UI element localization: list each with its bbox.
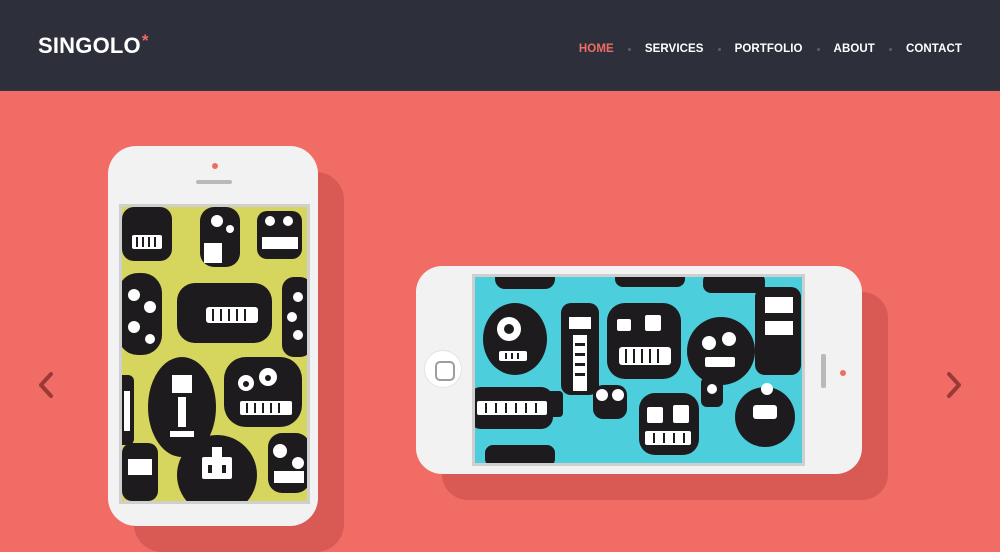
speaker-slot — [196, 180, 232, 184]
home-button-icon — [424, 350, 462, 388]
site-logo[interactable]: SINGOLO* — [38, 31, 149, 59]
camera-dot — [840, 370, 846, 376]
horizontal-phone-screen — [472, 274, 805, 466]
logo-star: * — [141, 31, 149, 50]
monster-pattern-blue — [475, 277, 801, 463]
site-header: SINGOLO* HOME SERVICES PORTFOLIO ABOUT C… — [0, 0, 1000, 91]
nav-separator — [816, 47, 820, 51]
nav-home[interactable]: HOME — [579, 43, 614, 55]
vertical-phone-screen — [119, 204, 310, 504]
vertical-phone[interactable] — [108, 146, 318, 526]
monster-pattern-yellow — [122, 207, 307, 501]
nav-separator — [888, 47, 892, 51]
chevron-left-icon — [39, 372, 53, 398]
nav-services[interactable]: SERVICES — [645, 43, 704, 55]
speaker-slot — [821, 354, 826, 388]
main-nav: HOME SERVICES PORTFOLIO ABOUT CONTACT — [579, 43, 962, 55]
chevron-right-icon — [947, 372, 961, 398]
nav-portfolio[interactable]: PORTFOLIO — [735, 43, 803, 55]
nav-about[interactable]: ABOUT — [834, 43, 875, 55]
nav-separator — [717, 47, 721, 51]
nav-contact[interactable]: CONTACT — [906, 43, 962, 55]
camera-dot — [212, 163, 218, 169]
logo-text: SINGOLO — [38, 33, 141, 58]
slider-prev-button[interactable] — [36, 370, 58, 400]
horizontal-phone[interactable] — [416, 266, 862, 474]
nav-separator — [627, 47, 631, 51]
slider-next-button[interactable] — [942, 370, 964, 400]
